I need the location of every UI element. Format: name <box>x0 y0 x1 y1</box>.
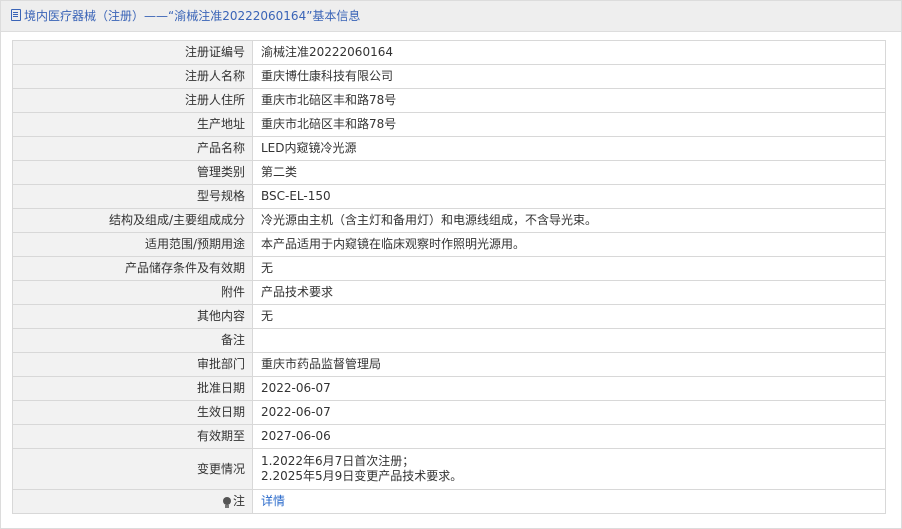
panel-title: 境内医疗器械（注册）——“渝械注准20222060164”基本信息 <box>24 9 361 23</box>
field-value: 冷光源由主机（含主灯和备用灯）和电源线组成，不含导光束。 <box>252 208 886 233</box>
field-label: 生产地址 <box>12 112 253 137</box>
note-value-cell: 详情 <box>252 489 886 514</box>
field-value <box>252 328 886 353</box>
table-row: 附件 产品技术要求 <box>12 280 886 305</box>
field-value: 第二类 <box>252 160 886 185</box>
field-label: 审批部门 <box>12 352 253 377</box>
field-label: 注册人住所 <box>12 88 253 113</box>
document-icon <box>11 9 21 21</box>
field-label: 产品储存条件及有效期 <box>12 256 253 281</box>
field-value: 2022-06-07 <box>252 376 886 401</box>
field-value: 产品技术要求 <box>252 280 886 305</box>
field-value: 重庆博仕康科技有限公司 <box>252 64 886 89</box>
field-label: 结构及组成/主要组成成分 <box>12 208 253 233</box>
table-row: 适用范围/预期用途 本产品适用于内窥镜在临床观察时作照明光源用。 <box>12 232 886 257</box>
change-line: 2.2025年5月9日变更产品技术要求。 <box>261 469 463 483</box>
field-value: 本产品适用于内窥镜在临床观察时作照明光源用。 <box>252 232 886 257</box>
field-value: 2027-06-06 <box>252 424 886 449</box>
note-label-cell: 注 <box>12 489 253 514</box>
change-line: 1.2022年6月7日首次注册； <box>261 454 415 468</box>
table-row: 其他内容无 <box>12 304 886 329</box>
table-row: 产品名称 LED内窥镜冷光源 <box>12 136 886 161</box>
field-label: 管理类别 <box>12 160 253 185</box>
field-label: 注 <box>232 494 245 508</box>
field-value: 重庆市北碚区丰和路78号 <box>252 112 886 137</box>
table-row: 产品储存条件及有效期无 <box>12 256 886 281</box>
field-value: 2022-06-07 <box>252 400 886 425</box>
table-row: 生产地址 重庆市北碚区丰和路78号 <box>12 112 886 137</box>
panel-header: 境内医疗器械（注册）——“渝械注准20222060164”基本信息 <box>1 1 901 32</box>
field-label: 产品名称 <box>12 136 253 161</box>
field-value: 重庆市北碚区丰和路78号 <box>252 88 886 113</box>
field-label: 变更情况 <box>12 448 253 490</box>
table-row: 结构及组成/主要组成成分 冷光源由主机（含主灯和备用灯）和电源线组成，不含导光束。 <box>12 208 886 233</box>
field-label: 附件 <box>12 280 253 305</box>
table-row: 注册人住所 重庆市北碚区丰和路78号 <box>12 88 886 113</box>
table-row-changes: 变更情况 1.2022年6月7日首次注册； 2.2025年5月9日变更产品技术要… <box>12 448 886 490</box>
field-label: 有效期至 <box>12 424 253 449</box>
details-link[interactable]: 详情 <box>261 494 285 508</box>
field-label: 注册证编号 <box>12 40 253 65</box>
field-label: 型号规格 <box>12 184 253 209</box>
detail-table: 注册证编号 渝械注准20222060164 注册人名称 重庆博仕康科技有限公司 注册… <box>12 40 886 514</box>
table-row: 注册人名称 重庆博仕康科技有限公司 <box>12 64 886 89</box>
table-row: 批准日期 2022-06-07 <box>12 376 886 401</box>
field-label: 批准日期 <box>12 376 253 401</box>
field-value: 重庆市药品监督管理局 <box>252 352 886 377</box>
table-row: 型号规格 BSC-EL-150 <box>12 184 886 209</box>
field-value: 无 <box>252 256 886 281</box>
field-value: 渝械注准20222060164 <box>252 40 886 65</box>
table-row: 注册证编号 渝械注准20222060164 <box>12 40 886 65</box>
table-row: 管理类别 第二类 <box>12 160 886 185</box>
table-row-note: 注 详情 <box>12 489 886 514</box>
table-row: 备注 <box>12 328 886 353</box>
field-label: 注册人名称 <box>12 64 253 89</box>
change-history: 1.2022年6月7日首次注册； 2.2025年5月9日变更产品技术要求。 <box>252 448 886 490</box>
field-label: 备注 <box>12 328 253 353</box>
field-value: LED内窥镜冷光源 <box>252 136 886 161</box>
lightbulb-icon <box>222 497 231 508</box>
field-label: 适用范围/预期用途 <box>12 232 253 257</box>
field-value: 无 <box>252 304 886 329</box>
table-row: 有效期至 2027-06-06 <box>12 424 886 449</box>
field-label: 生效日期 <box>12 400 253 425</box>
table-row: 生效日期 2022-06-07 <box>12 400 886 425</box>
table-row: 审批部门 重庆市药品监督管理局 <box>12 352 886 377</box>
field-value: BSC-EL-150 <box>252 184 886 209</box>
field-label: 其他内容 <box>12 304 253 329</box>
